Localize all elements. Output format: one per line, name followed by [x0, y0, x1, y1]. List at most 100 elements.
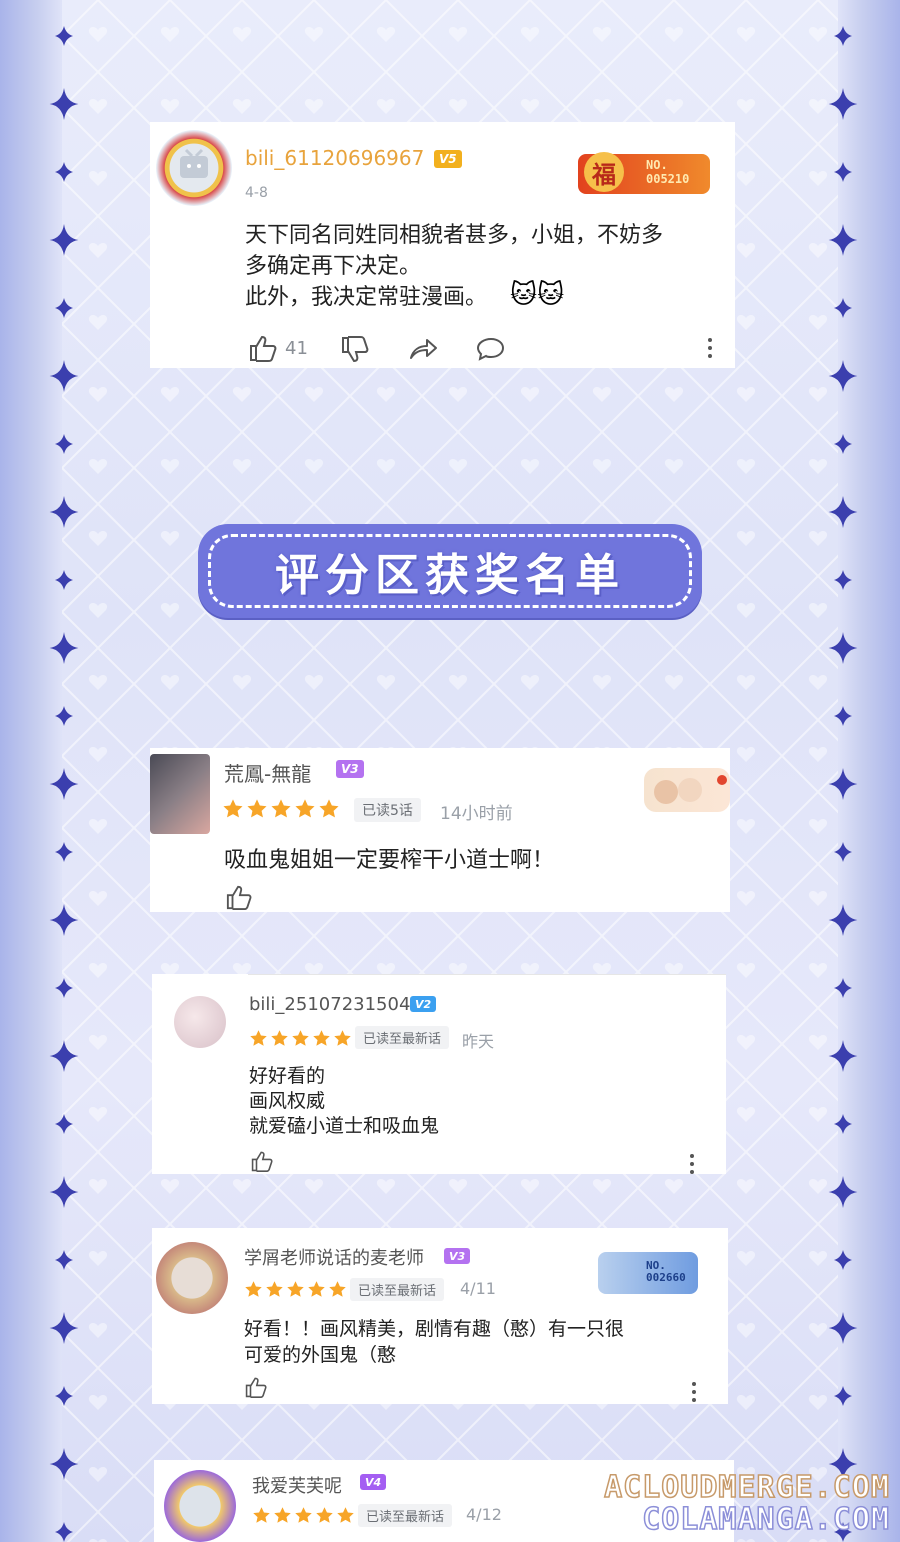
avatar[interactable] [150, 754, 210, 834]
sparkle-star-icon [55, 978, 73, 998]
star-rating [244, 1280, 347, 1299]
sparkle-star-icon [55, 298, 73, 318]
star-icon [274, 1507, 291, 1523]
sparkle-star-icon [49, 88, 79, 120]
review-card: bili_25107231504 V2 已读至最新话 昨天 好好看的 画风权威 … [152, 974, 726, 1174]
review-card: 学屑老师说话的麦老师 V3 NO. 002660 已读至最新话 4/11 好看！… [152, 1228, 728, 1404]
review-time: 昨天 [462, 1032, 495, 1051]
sparkle-star-icon [834, 162, 852, 182]
sparkle-star-icon [828, 1040, 858, 1072]
star-icon [292, 1030, 309, 1046]
sparkle-star-icon [49, 904, 79, 936]
like-icon[interactable] [224, 884, 254, 910]
star-icon [334, 1030, 351, 1046]
award-banner: 评分区获奖名单 [198, 524, 702, 618]
sparkle-star-icon [55, 570, 73, 590]
vip-badge: V4 [360, 1474, 387, 1490]
sparkle-star-icon [49, 496, 79, 528]
dislike-icon[interactable] [340, 336, 370, 364]
more-options-icon[interactable] [707, 338, 713, 362]
sparkle-star-icon [49, 1448, 79, 1480]
sparkle-star-icon [834, 1114, 852, 1134]
tv-mascot-icon [180, 148, 208, 178]
review-time: 4/11 [460, 1279, 496, 1298]
star-icon [295, 1507, 312, 1523]
sparkle-star-icon [55, 162, 73, 182]
sparkle-star-icon [49, 1040, 79, 1072]
read-progress-tag: 已读至最新话 [350, 1278, 445, 1301]
review-time: 14小时前 [440, 804, 513, 824]
username[interactable]: 学屑老师说话的麦老师 [244, 1244, 424, 1270]
review-text: 好看！！画风精美，剧情有趣（憨）有一只很 可爱的外国鬼（憨 [244, 1318, 625, 1366]
left-star-column [49, 26, 79, 1542]
sparkle-star-icon [55, 26, 73, 46]
sparkle-star-icon [55, 842, 73, 862]
like-icon[interactable] [248, 334, 278, 362]
star-icon [271, 1030, 288, 1046]
fan-medal: 福 NO. 005210 [578, 152, 710, 194]
star-rating [249, 1029, 352, 1048]
page-background: bili_61120696967 V5 福 NO. 005210 4-8 天下同… [0, 0, 900, 1542]
star-icon [319, 799, 339, 818]
medal-number: NO. 005210 [646, 158, 690, 186]
star-icon [253, 1507, 270, 1523]
more-options-icon[interactable] [689, 1154, 695, 1178]
sparkle-star-icon [834, 26, 852, 46]
vip-badge: V5 [434, 150, 462, 168]
banner-title: 评分区获奖名单 [275, 550, 625, 601]
sparkle-star-icon [828, 224, 858, 256]
sparkle-star-icon [49, 632, 79, 664]
username[interactable]: 荒鳳-無龍 [224, 758, 311, 787]
sparkle-star-icon [49, 360, 79, 392]
star-icon [250, 1030, 267, 1046]
sparkle-star-icon [828, 88, 858, 120]
like-icon[interactable] [250, 1150, 274, 1172]
comment-card: bili_61120696967 V5 福 NO. 005210 4-8 天下同… [150, 122, 735, 368]
avatar[interactable] [156, 1242, 228, 1314]
read-progress-tag: 已读5话 [354, 798, 421, 822]
share-icon[interactable] [408, 336, 438, 362]
star-icon [316, 1507, 333, 1523]
sparkle-star-icon [49, 1176, 79, 1208]
avatar[interactable] [164, 1470, 236, 1542]
watermark-line-2: COLAMANGA.COM [641, 1501, 890, 1538]
sparkle-star-icon [834, 978, 852, 998]
comment-text: 天下同名同姓同相貌者甚多，小姐，不妨多 多确定再下决定。 此外，我决定常驻漫画。 [245, 223, 664, 310]
star-icon [245, 1281, 262, 1297]
read-progress-tag: 已读至最新话 [358, 1504, 453, 1527]
sparkle-star-icon [828, 496, 858, 528]
review-text: 好好看的 画风权威 就爱磕小道士和吸血鬼 [249, 1065, 440, 1137]
sparkle-star-icon [834, 706, 852, 726]
sparkle-star-icon [55, 1522, 73, 1542]
sparkle-star-icon [828, 768, 858, 800]
username[interactable]: bili_25107231504 [249, 994, 410, 1015]
read-progress-tag: 已读至最新话 [355, 1026, 450, 1049]
fu-icon: 福 [584, 152, 624, 192]
cat-sticker-icon [654, 775, 727, 804]
like-icon[interactable] [244, 1376, 268, 1398]
sparkle-star-icon [55, 1114, 73, 1134]
star-icon [247, 799, 267, 818]
sparkle-star-icon [834, 1386, 852, 1406]
more-options-icon[interactable] [691, 1382, 697, 1406]
username[interactable]: 我爱芙芙呢 [252, 1472, 342, 1498]
reply-icon[interactable] [476, 336, 506, 362]
card-top-divider [248, 974, 726, 975]
sparkle-star-icon [55, 1386, 73, 1406]
sparkle-star-icon [49, 1312, 79, 1344]
sparkle-star-icon [834, 434, 852, 454]
avatar[interactable] [174, 996, 226, 1048]
sparkle-star-icon [55, 434, 73, 454]
avatar[interactable] [156, 130, 232, 206]
star-icon [337, 1507, 354, 1523]
star-icon [329, 1281, 346, 1297]
comment-date: 4-8 [245, 185, 268, 201]
sparkle-star-icon [828, 904, 858, 936]
star-icon [313, 1030, 330, 1046]
vip-badge: V3 [444, 1248, 471, 1264]
like-count: 41 [285, 338, 308, 359]
sparkle-star-icon [49, 768, 79, 800]
sparkle-star-icon [834, 1250, 852, 1270]
username[interactable]: bili_61120696967 [245, 146, 424, 170]
sparkle-star-icon [828, 1176, 858, 1208]
